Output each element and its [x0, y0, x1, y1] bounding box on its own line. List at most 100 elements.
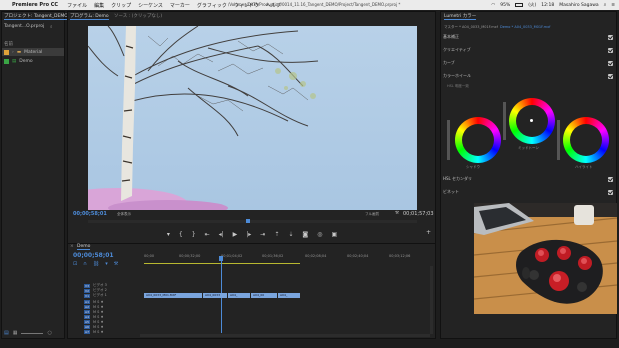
track-id[interactable]: A5	[84, 319, 90, 324]
section-hsl-secondary[interactable]: HSL セカンダリ	[443, 175, 613, 183]
play-icon[interactable]: ▶	[233, 231, 238, 238]
track-id[interactable]: V1	[84, 293, 90, 298]
enable-checkbox[interactable]	[608, 189, 613, 195]
hsl-match-label: HSL 明度一致	[447, 84, 469, 88]
shadow-wheel[interactable]	[455, 117, 501, 163]
track-header-a7[interactable]: A7 M S ♦	[84, 329, 139, 334]
clip[interactable]: A04_	[228, 293, 250, 298]
quality-dropdown[interactable]: フル画質	[365, 212, 379, 217]
battery-icon[interactable]	[515, 3, 524, 7]
menu-graphics[interactable]: グラフィック	[197, 2, 227, 9]
tab-lumetri[interactable]: Lumetri カラー	[444, 13, 477, 20]
close-icon[interactable]: ×	[70, 244, 74, 249]
lift-icon[interactable]: ⇡	[274, 231, 279, 238]
track-id[interactable]: A4	[84, 314, 90, 319]
enable-checkbox[interactable]	[608, 73, 613, 79]
go-to-out-icon[interactable]: ⇥	[260, 231, 265, 238]
vr-icon[interactable]: ◎	[317, 231, 322, 238]
circle-icon[interactable]: ○	[47, 330, 51, 336]
tab-program[interactable]: プログラム: Demo	[70, 13, 109, 20]
section-color-wheels[interactable]: カラーホイール	[443, 72, 613, 80]
enable-checkbox[interactable]	[608, 176, 613, 182]
enable-checkbox[interactable]	[608, 34, 613, 40]
fit-dropdown[interactable]: 全体表示	[117, 212, 131, 217]
search-icon[interactable]: ⌕	[50, 24, 53, 30]
user-name[interactable]: Masahiro Sagawa	[559, 3, 598, 8]
program-timecode[interactable]: 00;00;58;01	[73, 211, 107, 217]
menu-file[interactable]: ファイル	[67, 2, 87, 9]
highlight-slider[interactable]	[557, 120, 560, 160]
section-label: カラーホイール	[443, 73, 471, 78]
highlight-wheel[interactable]	[563, 117, 609, 163]
time-ruler[interactable]: 00;00 00;00;32;00 00;01;04;02 00;01;36;0…	[140, 252, 434, 262]
go-to-in-icon[interactable]: ⇤	[205, 231, 210, 238]
section-basic[interactable]: 基本補正	[443, 33, 613, 41]
extract-icon[interactable]: ⇣	[288, 231, 293, 238]
wifi-icon[interactable]: ◠	[491, 3, 495, 8]
timeline-scrollbar[interactable]	[430, 266, 433, 334]
icon-view-icon[interactable]: ▦	[13, 330, 18, 336]
list-view-icon[interactable]: ▤	[4, 330, 9, 336]
track-id[interactable]: A1	[84, 299, 90, 304]
clip[interactable]: A04_00	[251, 293, 277, 298]
tab-source[interactable]: ソース : (クリップなし)	[114, 13, 162, 19]
track-header-v1[interactable]: V1 ビデオ 1	[84, 293, 139, 298]
menu-list-icon[interactable]: ≡	[611, 3, 615, 8]
midtone-slider[interactable]	[503, 102, 506, 140]
track-id[interactable]: V3	[84, 283, 90, 288]
section-creative[interactable]: クリエイティブ	[443, 46, 613, 54]
track-id[interactable]: A7	[84, 329, 90, 334]
list-item[interactable]: ▤ Demo	[4, 57, 33, 65]
clock[interactable]: 12:18	[541, 3, 554, 8]
camera-icon[interactable]: ◙	[302, 231, 308, 238]
track-id[interactable]: A3	[84, 309, 90, 314]
track-id[interactable]: A6	[84, 324, 90, 329]
safe-margins-icon[interactable]: ▣	[331, 231, 337, 238]
list-item[interactable]: › ▬ Material	[4, 48, 42, 56]
timeline-h-scrollbar[interactable]	[140, 334, 430, 337]
track-id[interactable]: V2	[84, 288, 90, 293]
status-area: ◠ 95% (火) 12:18 Masahiro Sagawa ⌕ ≡	[491, 1, 615, 9]
tab-project[interactable]: プロジェクト: Tangent_DEMO	[4, 13, 68, 20]
tab-sequence[interactable]: Demo	[77, 244, 91, 250]
duration-timecode: 00;01;57;03	[403, 211, 434, 217]
timeline-timecode[interactable]: 00;00;58;01	[73, 252, 114, 259]
column-name[interactable]: 名前	[4, 41, 13, 47]
clip[interactable]: A04_0033	[203, 293, 227, 298]
zoom-slider[interactable]	[21, 332, 44, 334]
snap-icon[interactable]: ∩	[83, 261, 87, 267]
wrench-icon[interactable]: ⚒	[114, 261, 118, 267]
marker-add-icon[interactable]: ▾	[105, 261, 108, 267]
mark-out-icon[interactable]: }	[192, 231, 196, 238]
clip[interactable]: A04_	[278, 293, 300, 298]
menu-clip[interactable]: クリップ	[111, 2, 131, 9]
chevron-right-icon[interactable]: ›	[12, 50, 14, 55]
mini-timeline[interactable]	[88, 220, 417, 223]
add-button-icon[interactable]: +	[426, 229, 431, 236]
wrench-icon[interactable]: ⚒	[395, 211, 399, 216]
wheel-puck[interactable]	[530, 119, 533, 122]
video-frame[interactable]	[88, 26, 417, 210]
linked-icon[interactable]: ⛓	[93, 261, 99, 267]
app-menu[interactable]: Premiere Pro CC	[12, 2, 58, 8]
menu-sequence[interactable]: シーケンス	[138, 2, 163, 9]
shadow-slider[interactable]	[447, 120, 450, 160]
playhead-marker[interactable]	[246, 219, 250, 223]
section-vignette[interactable]: ビネット	[443, 188, 613, 196]
nest-icon[interactable]: ⊡	[73, 261, 77, 267]
mark-in-icon[interactable]: {	[179, 231, 183, 238]
section-curves[interactable]: カーブ	[443, 59, 613, 67]
clip[interactable]: A04_0033_M01.MXF	[144, 293, 202, 298]
menu-marker[interactable]: マーカー	[170, 2, 190, 9]
enable-checkbox[interactable]	[608, 47, 613, 53]
menu-edit[interactable]: 編集	[94, 2, 104, 9]
work-area-bar[interactable]	[144, 263, 300, 264]
breadcrumb-sequence[interactable]: Demo * A04_0033_M01F.mxf	[500, 25, 550, 29]
step-back-icon[interactable]: ◂|	[219, 231, 224, 238]
search-icon[interactable]: ⌕	[604, 2, 607, 8]
marker-icon[interactable]: ▾	[167, 231, 170, 238]
step-forward-icon[interactable]: |▸	[246, 231, 251, 238]
track-id[interactable]: A2	[84, 304, 90, 309]
breadcrumb-master[interactable]: マスター * A04_0033_M01F.mxf	[444, 25, 498, 30]
enable-checkbox[interactable]	[608, 60, 613, 66]
